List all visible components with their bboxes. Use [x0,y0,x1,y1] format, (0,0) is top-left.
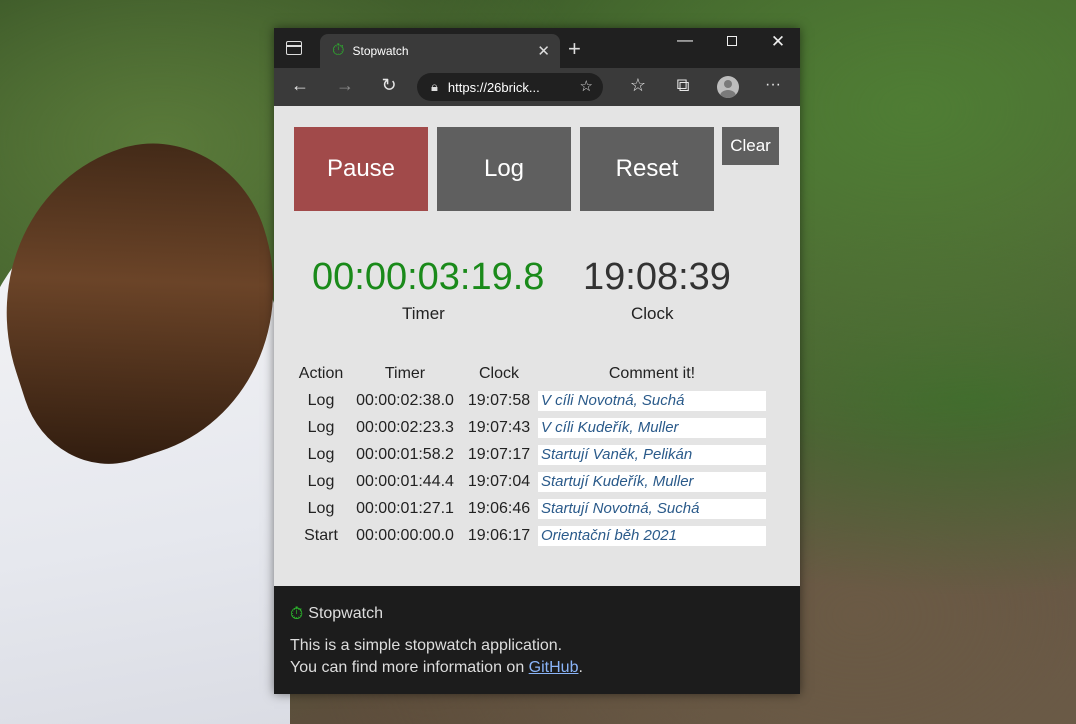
clear-button[interactable]: Clear [722,127,779,165]
comment-input[interactable]: Orientační běh 2021 [538,525,766,546]
back-icon[interactable]: ← [288,75,312,96]
header-clock: Clock [478,364,519,382]
clock-label: Clock [631,304,674,323]
add-favorite-icon[interactable]: ☆ [580,77,593,95]
table-row: Log 00:00:02:38.0 19:07:58 V cíli Novotn… [292,387,766,414]
header-comment: Comment it! [608,364,696,382]
row-clock: 19:07:58 [467,391,531,409]
reload-icon[interactable]: ↻ [377,75,401,96]
row-timer: 00:00:02:38.0 [356,391,454,409]
tab-actions-icon[interactable] [286,41,302,55]
row-action: Log [307,418,335,436]
timer-label: Timer [402,304,445,323]
row-clock: 19:07:04 [467,472,531,490]
row-timer: 00:00:01:27.1 [356,499,454,517]
comment-input[interactable]: Startují Novotná, Suchá [538,498,766,519]
table-header: Action Timer Clock Comment it! [292,360,766,387]
more-icon[interactable]: ··· [761,76,785,94]
row-timer: 00:00:02:23.3 [356,418,454,436]
close-tab-icon[interactable]: ✕ [537,42,550,60]
page-content: Pause Log Reset Clear 00:00:03:19.8 Time… [274,106,800,586]
comment-input[interactable]: Startují Vaněk, Pelikán [538,444,766,465]
table-row: Start 00:00:00:00.0 19:06:17 Orientační … [292,522,766,549]
tab-title: Stopwatch [352,44,409,58]
row-action: Log [307,499,335,517]
favorites-icon[interactable]: ☆ [626,75,650,96]
lock-icon[interactable]: 🔒︎ [431,79,438,95]
browser-window: ⏱ Stopwatch ✕ + — ✕ ← → ↻ 🔒︎ https://26b… [274,28,800,694]
log-table: Action Timer Clock Comment it! Log 00:00… [292,360,766,549]
tab-bar: ⏱ Stopwatch ✕ + — ✕ [274,28,800,68]
table-row: Log 00:00:01:27.1 19:06:46 Startují Novo… [292,495,766,522]
close-window-icon[interactable]: ✕ [755,32,801,52]
row-timer: 00:00:01:44.4 [356,472,454,490]
row-clock: 19:07:43 [467,418,531,436]
footer-line2-prefix: You can find more information on [290,659,529,676]
footer-line2-suffix: . [578,659,583,676]
row-action: Log [307,472,335,490]
header-action: Action [298,364,344,382]
collections-icon[interactable]: ⧉ [671,75,695,96]
table-row: Log 00:00:01:44.4 19:07:04 Startují Kude… [292,468,766,495]
table-row: Log 00:00:02:23.3 19:07:43 V cíli Kudeří… [292,414,766,441]
footer-line2: You can find more information on GitHub. [290,657,784,679]
address-bar[interactable]: 🔒︎ https://26brick... ☆ [417,73,603,101]
github-link[interactable]: GitHub [529,659,579,676]
minimize-icon[interactable]: — [662,32,708,50]
forward-icon[interactable]: → [333,75,357,96]
maximize-icon[interactable] [709,32,755,51]
page-footer: ⏱ Stopwatch This is a simple stopwatch a… [274,586,800,694]
footer-line1: This is a simple stopwatch application. [290,637,563,654]
footer-title-text: Stopwatch [308,605,383,622]
tab-stopwatch[interactable]: ⏱ Stopwatch ✕ [320,34,560,68]
timer-value: 00:00:03:19.8 [312,256,545,298]
stopwatch-icon: ⏱ [332,42,345,59]
footer-description: This is a simple stopwatch application. … [290,635,784,679]
table-row: Log 00:00:01:58.2 19:07:17 Startují Vaně… [292,441,766,468]
clock-value: 19:08:39 [583,256,731,298]
row-action: Log [307,391,335,409]
url-text: https://26brick... [447,79,540,95]
row-clock: 19:07:17 [467,445,531,463]
new-tab-icon[interactable]: + [568,36,581,62]
stopwatch-icon: ⏱ [290,604,304,623]
comment-input[interactable]: V cíli Novotná, Suchá [538,390,766,411]
footer-title: ⏱ Stopwatch [290,604,784,624]
pause-button[interactable]: Pause [294,127,428,211]
row-clock: 19:06:17 [467,526,531,544]
log-button[interactable]: Log [437,127,571,211]
row-action: Start [304,526,338,544]
header-timer: Timer [384,364,426,382]
row-timer: 00:00:00:00.0 [356,526,454,544]
reset-button[interactable]: Reset [580,127,714,211]
row-timer: 00:00:01:58.2 [356,445,454,463]
row-clock: 19:06:46 [467,499,531,517]
comment-input[interactable]: V cíli Kudeřík, Muller [538,417,766,438]
browser-toolbar: ← → ↻ 🔒︎ https://26brick... ☆ ☆ ⧉ ··· [274,68,800,106]
profile-avatar[interactable] [717,76,739,98]
row-action: Log [307,445,335,463]
comment-input[interactable]: Startují Kudeřík, Muller [538,471,766,492]
